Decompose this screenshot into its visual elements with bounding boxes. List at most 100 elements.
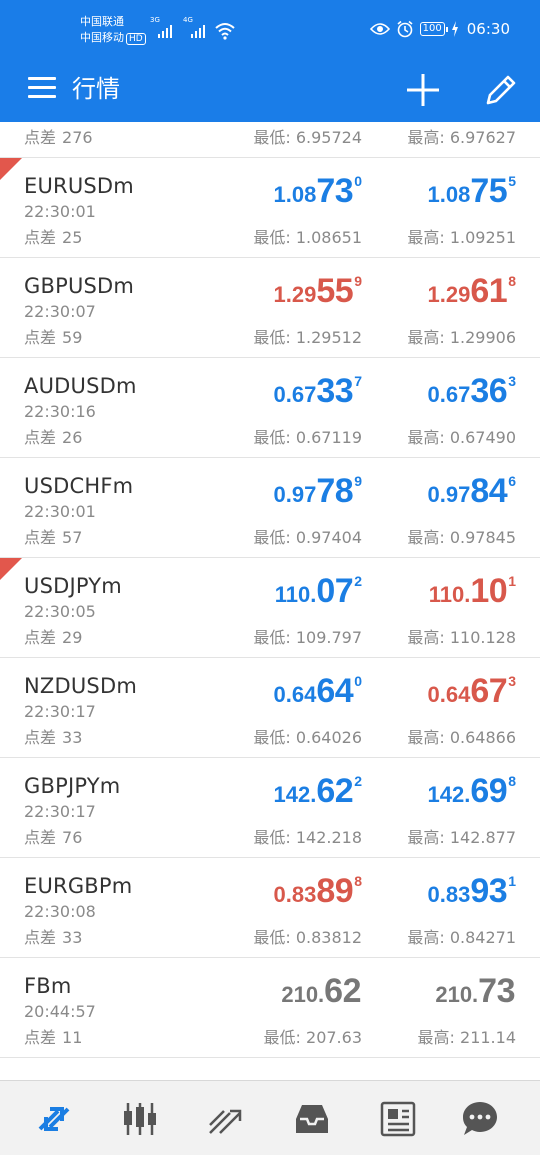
trade-icon[interactable] <box>206 1099 246 1139</box>
ask-price-pips: 73 <box>478 972 515 1010</box>
low-price: 最低: 109.797 <box>253 624 362 648</box>
high-price: 最高: 1.09251 <box>407 224 516 248</box>
ask-price-fraction: 8 <box>508 773 516 789</box>
ask-price[interactable]: 0.67363 <box>428 372 516 414</box>
low-price: 最低: 0.64026 <box>253 724 362 748</box>
bid-price-pips: 62 <box>324 972 361 1010</box>
ask-price-fraction: 8 <box>508 273 516 289</box>
ask-price[interactable]: 0.97846 <box>428 472 516 514</box>
quotes-icon[interactable] <box>34 1099 74 1139</box>
low-label: 最低: <box>263 1028 301 1047</box>
bid-price[interactable]: 142.622 <box>274 772 362 814</box>
low-value: 142.218 <box>295 828 362 847</box>
low-value: 0.97404 <box>295 528 362 547</box>
quote-row[interactable]: EURUSDm 22:30:01 点差 25 1.08730 1.08755 最低: 1.0… <box>0 158 540 258</box>
ask-price-pips: 10 <box>470 572 508 610</box>
quote-row[interactable]: AUDUSDm 22:30:16 点差 26 0.67337 0.67363 最低: 0.6… <box>0 358 540 458</box>
low-price: 最低: 142.218 <box>253 824 362 848</box>
quote-row[interactable]: GBPUSDm 22:30:07 点差 59 1.29559 1.29618 最低: 1.2… <box>0 258 540 358</box>
ask-price[interactable]: 1.29618 <box>428 272 516 314</box>
edit-icon[interactable] <box>482 71 520 109</box>
hd-badge: HD <box>126 33 146 45</box>
quote-list[interactable]: 点差 276 最低: 6.95724 最高: 6.97627 EURUSDm 22:… <box>0 122 540 1080</box>
history-icon[interactable] <box>292 1099 332 1139</box>
alarm-icon <box>397 20 413 38</box>
high-price: 最高: 110.128 <box>407 624 516 648</box>
low-label: 最低: <box>253 228 291 247</box>
spread-value: 59 <box>62 328 83 347</box>
quote-time: 22:30:08 <box>24 902 96 921</box>
bid-price[interactable]: 0.67337 <box>274 372 362 414</box>
spread-label: 点差 <box>24 928 57 947</box>
high-value: 0.67490 <box>449 428 516 447</box>
ask-price-prefix: 1.29 <box>427 282 471 307</box>
quote-row[interactable]: USDJPYm 22:30:05 点差 29 110.072 110.101 最低: 109… <box>0 558 540 658</box>
quote-row[interactable]: EURGBPm 22:30:08 点差 33 0.83898 0.83931 最低: 0.8… <box>0 858 540 958</box>
low-value: 0.83812 <box>295 928 362 947</box>
ask-price[interactable]: 110.101 <box>429 572 516 614</box>
carrier-info: 中国联通 中国移动 HD <box>80 14 146 46</box>
status-icons: 100 06:30 <box>369 20 510 38</box>
bid-price-pips: 73 <box>316 172 354 210</box>
bid-price[interactable]: 1.29559 <box>274 272 362 314</box>
high-label: 最高: <box>407 528 445 547</box>
chat-icon[interactable] <box>460 1099 500 1139</box>
low-value: 1.08651 <box>295 228 362 247</box>
spread-value: 76 <box>62 828 83 847</box>
add-icon[interactable] <box>404 71 442 109</box>
high-value: 0.84271 <box>449 928 516 947</box>
bid-price-prefix: 1.08 <box>273 182 317 207</box>
ask-price-prefix: 1.08 <box>427 182 471 207</box>
bid-price[interactable]: 1.08730 <box>274 172 362 214</box>
carrier-1: 中国联通 <box>80 15 124 28</box>
battery-icon: 100 <box>419 22 448 36</box>
quote-row[interactable]: USDCHFm 22:30:01 点差 57 0.97789 0.97846 最低: 0.9… <box>0 458 540 558</box>
spread: 点差 59 <box>24 324 82 348</box>
high-price: 最高: 1.29906 <box>407 324 516 348</box>
chart-icon[interactable] <box>120 1099 160 1139</box>
low-label: 最低: <box>253 928 291 947</box>
carrier-2: 中国移动 <box>80 31 124 44</box>
low-label: 最低: <box>253 628 291 647</box>
high-value: 110.128 <box>449 628 516 647</box>
bid-price[interactable]: 0.83898 <box>274 872 362 914</box>
bid-price-fraction: 9 <box>354 273 362 289</box>
spread-value: 25 <box>62 228 83 247</box>
symbol-name: USDJPYm <box>24 574 122 598</box>
ask-price-fraction: 6 <box>508 473 516 489</box>
high-price: 最高: 142.877 <box>407 824 516 848</box>
ask-price-prefix: 0.97 <box>427 482 471 507</box>
spread: 点差 276 <box>24 128 93 147</box>
bid-price[interactable]: 0.64640 <box>274 672 362 714</box>
news-icon[interactable] <box>378 1099 418 1139</box>
ask-price-fraction: 3 <box>508 373 516 389</box>
eye-icon <box>369 23 390 35</box>
ask-price[interactable]: 1.08755 <box>428 172 516 214</box>
bid-price[interactable]: 210.62 <box>281 972 362 1014</box>
bid-price-pips: 55 <box>316 272 354 310</box>
quote-row[interactable]: NZDUSDm 22:30:17 点差 33 0.64640 0.64673 最低: 0.6… <box>0 658 540 758</box>
price-change-flag <box>0 558 22 580</box>
low-price: 最低: 0.97404 <box>253 524 362 548</box>
bottom-nav <box>0 1080 540 1155</box>
ask-price[interactable]: 210.73 <box>435 972 516 1014</box>
quote-row[interactable]: FBm 20:44:57 点差 11 210.62 210.73 最低: 207.63 最高:… <box>0 958 540 1058</box>
ask-price[interactable]: 142.698 <box>428 772 516 814</box>
high-label: 最高: <box>417 1028 455 1047</box>
high-value: 0.97845 <box>449 528 516 547</box>
high-price: 最高: 0.64866 <box>407 724 516 748</box>
bid-price[interactable]: 110.072 <box>275 572 362 614</box>
wifi-icon <box>215 23 235 40</box>
ask-price[interactable]: 0.83931 <box>428 872 516 914</box>
spread: 点差 76 <box>24 824 82 848</box>
page-title: 行情 <box>72 75 120 103</box>
high-value: 142.877 <box>449 828 516 847</box>
quote-row[interactable]: GBPJPYm 22:30:17 点差 76 142.622 142.698 最低: 142… <box>0 758 540 858</box>
menu-icon[interactable] <box>28 77 56 103</box>
quote-row-partial[interactable]: 点差 276 最低: 6.95724 最高: 6.97627 <box>0 122 540 158</box>
bid-price[interactable]: 0.97789 <box>274 472 362 514</box>
quote-time: 22:30:07 <box>24 302 96 321</box>
spread-label: 点差 <box>24 728 57 747</box>
ask-price[interactable]: 0.64673 <box>428 672 516 714</box>
quote-time: 22:30:01 <box>24 202 96 221</box>
